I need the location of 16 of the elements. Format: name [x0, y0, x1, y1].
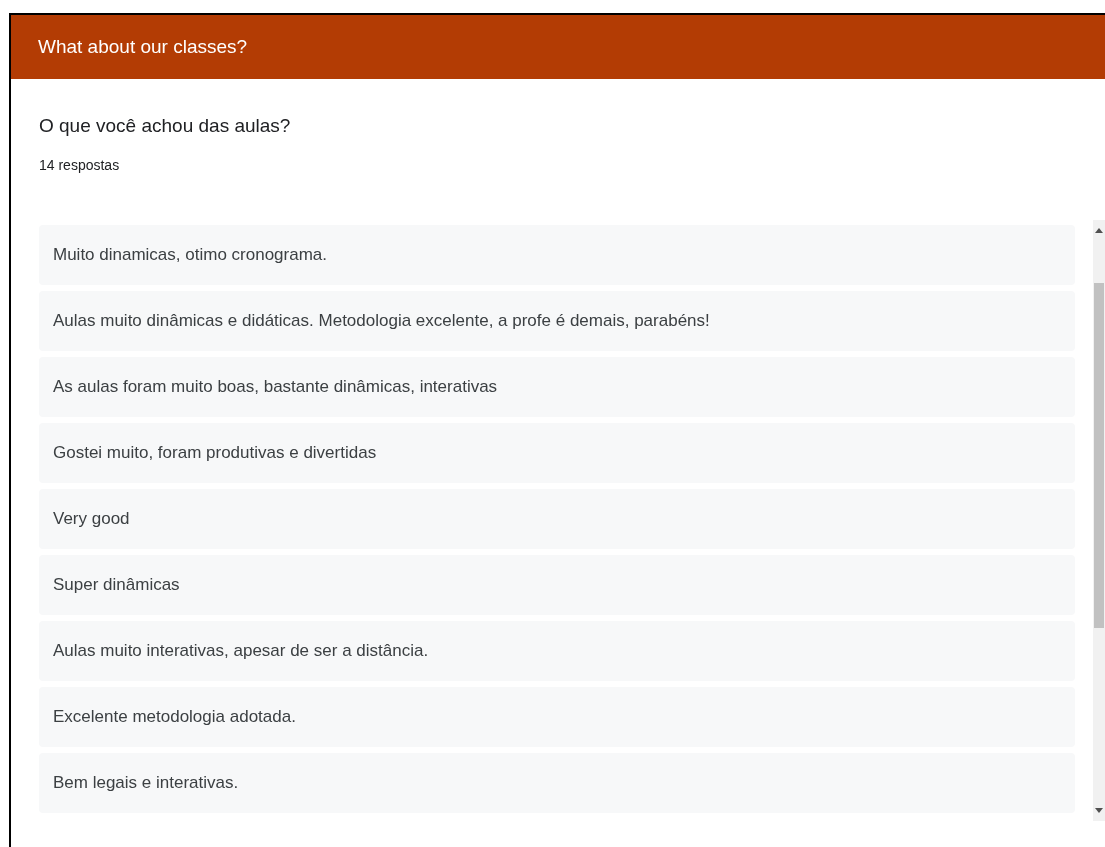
scroll-down-icon[interactable]: [1095, 808, 1103, 813]
response-item: Aulas muito interativas, apesar de ser a distância.: [39, 621, 1075, 681]
response-item: Bem legais e interativas.: [39, 753, 1075, 813]
scrollbar[interactable]: [1093, 220, 1105, 821]
section-title: What about our classes?: [38, 36, 248, 58]
response-item: Gostei muito, foram produtivas e divertidas: [39, 423, 1075, 483]
response-count: 14 respostas: [39, 157, 121, 173]
scrollbar-thumb[interactable]: [1094, 283, 1104, 628]
scroll-up-icon[interactable]: [1095, 228, 1103, 233]
question-title: O que você achou das aulas?: [39, 115, 292, 137]
response-item: Aulas muito dinâmicas e didáticas. Metodologia excelente, a profe é demais, parabéns!: [39, 291, 1075, 351]
response-item: As aulas foram muito boas, bastante dinâmicas, interativas: [39, 357, 1075, 417]
response-item: Excelente metodologia adotada.: [39, 687, 1075, 747]
response-item: Very good: [39, 489, 1075, 549]
response-item: Super dinâmicas: [39, 555, 1075, 615]
response-item: Muito dinamicas, otimo cronograma.: [39, 225, 1075, 285]
